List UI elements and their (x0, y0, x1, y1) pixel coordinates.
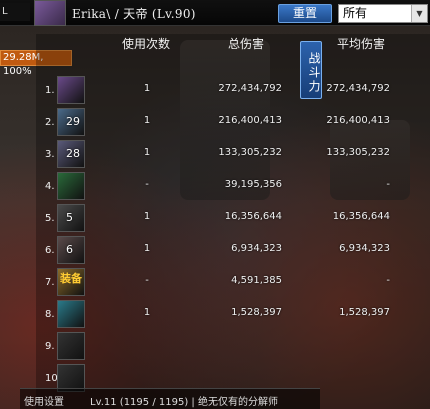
equipment-label: 装备 (60, 272, 82, 285)
avg-damage-cell: - (386, 179, 390, 190)
filter-select-value: 所有 (343, 6, 368, 20)
character-name: Erika\ / 天帝 (Lv.90) (72, 7, 196, 21)
table-row: 6. 6 1 6,934,323 6,934,323 (36, 234, 430, 266)
column-header-total-damage: 总伤害 (227, 37, 264, 51)
chevron-down-icon[interactable]: ▼ (411, 5, 427, 22)
column-header-use-count: 使用次数 (121, 37, 170, 51)
use-count-cell: 1 (143, 211, 151, 222)
use-count-cell: 1 (143, 243, 151, 254)
reset-button[interactable]: 重置 (278, 4, 332, 23)
skill-icon (57, 172, 85, 200)
avatar (34, 0, 66, 26)
avg-damage-cell: - (386, 275, 390, 286)
column-header-avg-damage: 平均伤害 (336, 37, 385, 51)
skill-level: 5 (66, 211, 73, 224)
table-row: 5. 5 1 16,356,644 16,356,644 (36, 202, 430, 234)
total-damage-cell: 16,356,644 (224, 211, 282, 222)
table-row: 8. 1 1,528,397 1,528,397 (36, 298, 430, 330)
skill-icon (57, 332, 85, 360)
level-tag: L (0, 3, 30, 21)
row-rank: 5. (45, 213, 55, 224)
filter-select[interactable]: 所有 ▼ (338, 4, 428, 23)
status-bar: 使用设置 Lv.11 (1195 / 1195) | 绝无仅有的分解师 (20, 388, 320, 409)
total-damage-cell: 39,195,356 (224, 179, 282, 190)
use-count-cell: - (145, 275, 149, 286)
avg-damage-cell: 216,400,413 (326, 115, 390, 126)
bottom-mid-text: Lv.11 (1195 / 1195) | 绝无仅有的分解师 (90, 397, 278, 408)
row-rank: 8. (45, 309, 55, 320)
table-row: 7. - 4,591,385 - (36, 266, 430, 298)
use-count-cell: 1 (143, 115, 151, 126)
top-bar: L Erika\ / 天帝 (Lv.90) 重置 所有 ▼ (0, 0, 430, 26)
table-row: 9. (36, 330, 430, 362)
row-rank: 6. (45, 245, 55, 256)
total-damage-cell: 133,305,232 (218, 147, 282, 158)
skill-level: 6 (66, 243, 73, 256)
use-count-cell: 1 (143, 83, 151, 94)
table-row: 3. 28 1 133,305,232 133,305,232 (36, 138, 430, 170)
total-damage-cell: 216,400,413 (218, 115, 282, 126)
skill-level: 29 (66, 115, 80, 128)
avg-damage-cell: 1,528,397 (339, 307, 390, 318)
table-row: 2. 29 1 216,400,413 216,400,413 (36, 106, 430, 138)
skill-icon (57, 300, 85, 328)
use-count-cell: 1 (143, 307, 151, 318)
tab-combat-power[interactable]: 战斗力 (300, 41, 322, 99)
row-rank: 7. (45, 277, 55, 288)
skill-icon (57, 76, 85, 104)
table-row: 4. - 39,195,356 - (36, 170, 430, 202)
bottom-left-text: 使用设置 (24, 397, 64, 408)
use-count-cell: - (145, 179, 149, 190)
avg-damage-cell: 133,305,232 (326, 147, 390, 158)
avg-damage-cell: 16,356,644 (332, 211, 390, 222)
total-damage-cell: 1,528,397 (231, 307, 282, 318)
row-rank: 3. (45, 149, 55, 160)
damage-table: 使用次数 总伤害 平均伤害 1. 1 272,434,792 272,434,7… (36, 34, 430, 409)
row-rank: 9. (45, 341, 55, 352)
row-rank: 1. (45, 85, 55, 96)
skill-level: 28 (66, 147, 80, 160)
row-rank: 2. (45, 117, 55, 128)
avg-damage-cell: 6,934,323 (339, 243, 390, 254)
total-damage-cell: 6,934,323 (231, 243, 282, 254)
use-count-cell: 1 (143, 147, 151, 158)
total-damage-cell: 4,591,385 (231, 275, 282, 286)
total-damage-cell: 272,434,792 (218, 83, 282, 94)
row-rank: 4. (45, 181, 55, 192)
table-row: 1. 1 272,434,792 272,434,792 (36, 74, 430, 106)
